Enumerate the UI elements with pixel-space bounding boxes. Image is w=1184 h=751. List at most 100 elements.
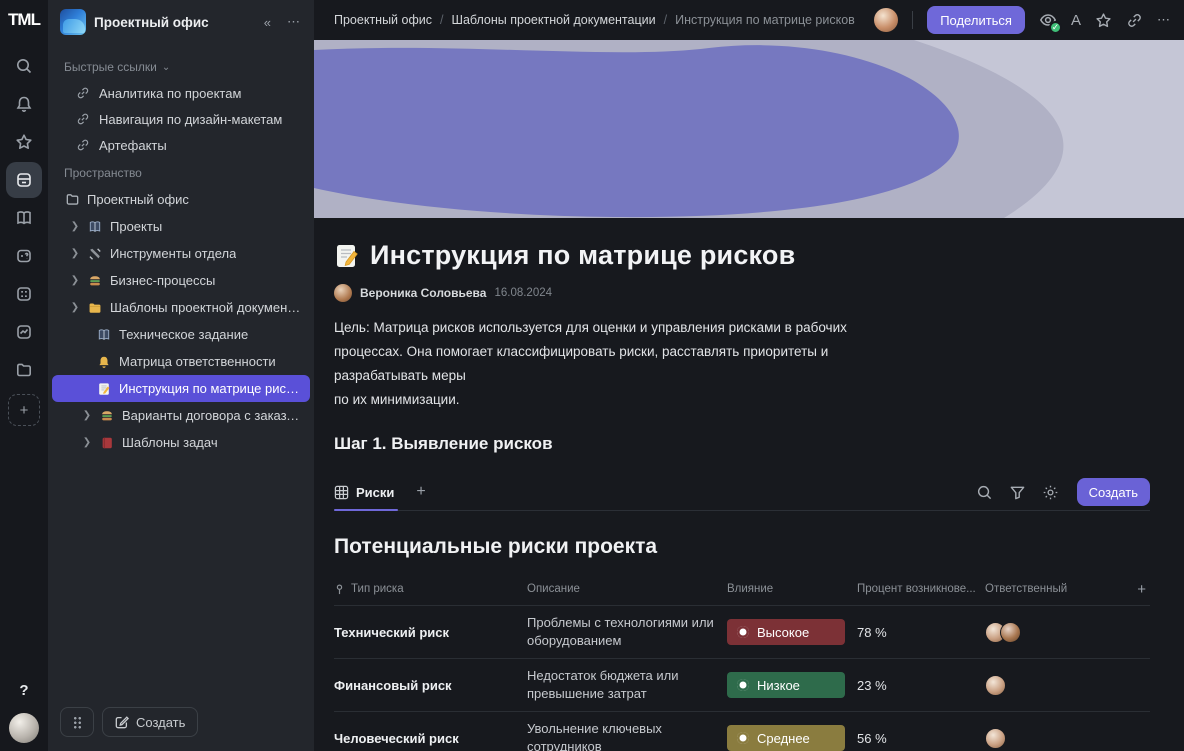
favorites-icon[interactable] [6, 124, 42, 160]
chevron-right-icon[interactable]: ❯ [70, 275, 80, 286]
settings-icon[interactable] [1042, 484, 1059, 501]
drag-handle-button[interactable] [60, 707, 94, 737]
link-icon[interactable] [1126, 12, 1143, 29]
chevron-right-icon[interactable]: ❯ [70, 302, 80, 313]
sidebar-menu-icon[interactable]: ⋯ [283, 12, 304, 32]
chevron-right-icon[interactable]: ❯ [70, 248, 80, 259]
column-header[interactable]: Влияние [727, 583, 857, 595]
filter-icon[interactable] [1009, 484, 1026, 501]
chevron-right-icon[interactable]: ❯ [82, 437, 92, 448]
search-icon[interactable] [6, 48, 42, 84]
sidebar-item[interactable]: ❯ Проекты [52, 213, 310, 240]
impact-cell: Среднее [727, 720, 857, 751]
book-icon [96, 327, 112, 343]
title-field-icon [336, 584, 343, 594]
quick-link-item[interactable]: Навигация по дизайн-макетам [48, 106, 314, 132]
column-header[interactable]: Ответственный [985, 583, 1120, 595]
notifications-icon[interactable] [6, 86, 42, 122]
user-avatar[interactable] [9, 713, 39, 743]
sidebar-item-space-root[interactable]: Проектный офис [52, 186, 310, 213]
drag-handle-icon [72, 715, 82, 729]
table-search-icon[interactable] [976, 484, 993, 501]
sidebar-item[interactable]: Матрица ответственности [52, 348, 310, 375]
share-button[interactable]: Поделиться [927, 6, 1025, 34]
column-header[interactable]: Тип риска [334, 583, 527, 595]
table-header-row: Тип риска Описание Влияние Процент возникно… [334, 573, 1150, 605]
page-title: Инструкция по матрице рисков [334, 240, 1150, 271]
risk-description-cell: Увольнение ключевых сотрудников [527, 721, 662, 751]
sidebar-item[interactable]: ❯ Варианты договора с заказчик... [52, 402, 310, 429]
table-create-button[interactable]: Создать [1076, 478, 1150, 506]
risk-type-cell: Человеческий риск [334, 730, 459, 746]
memo-icon [337, 244, 358, 267]
sidebar-item[interactable]: ❯ Бизнес-процессы [52, 267, 310, 294]
sidebar-item-label: Проекты [110, 219, 163, 234]
breadcrumb-item[interactable]: Проектный офис [334, 13, 432, 27]
quick-link-label: Навигация по дизайн-макетам [99, 111, 283, 127]
sidebar-item[interactable]: ❯ Шаблоны проектной документации [52, 294, 310, 321]
folder-icon [87, 300, 103, 316]
help-button[interactable]: ? [19, 682, 28, 699]
embed-tabbar: Риски + Создать [334, 474, 1150, 511]
published-check-badge: ✓ [1048, 21, 1062, 34]
sidebar-item-label: Техническое задание [119, 327, 249, 342]
sidebar-item[interactable]: ❯ Шаблоны задач [52, 429, 310, 456]
doc-paragraph-line: процессах. Она помогает классифицировать… [334, 344, 829, 359]
column-header[interactable]: Процент возникнове... [857, 583, 985, 595]
probability-cell: 78 % [857, 624, 887, 640]
sidebar: Проектный офис « ⋯ Быстрые ссылки ⌄ Анали… [48, 0, 314, 751]
radio-icon [737, 679, 749, 691]
breadcrumb-item: Инструкция по матрице рисков [675, 13, 855, 27]
quiz-icon[interactable] [6, 238, 42, 274]
text-style-icon[interactable]: A [1071, 12, 1081, 29]
quick-link-item[interactable]: Артефакты [48, 132, 314, 158]
column-header[interactable]: Описание [527, 583, 727, 595]
quick-link-label: Артефакты [99, 137, 167, 153]
radio-icon [737, 732, 749, 744]
sidebar-item[interactable]: Инструкция по матрице риск... [52, 375, 310, 402]
doc-date: 16.08.2024 [494, 287, 553, 299]
burger-icon [87, 273, 103, 289]
quick-link-item[interactable]: Аналитика по проектам [48, 80, 314, 106]
impact-badge: Высокое [727, 619, 845, 645]
sidebar-item-label: Шаблоны проектной документации [110, 300, 302, 315]
space-section: Пространство [64, 166, 142, 180]
visibility-icon[interactable]: ✓ [1039, 11, 1062, 34]
bell-icon [96, 354, 112, 370]
current-user-avatar[interactable] [874, 8, 899, 32]
chevron-right-icon[interactable]: ❯ [70, 221, 80, 232]
library-icon[interactable] [6, 200, 42, 236]
breadcrumb-item[interactable]: Шаблоны проектной документации [451, 13, 655, 27]
breadcrumb-separator: / [440, 13, 444, 27]
workspace-icon [60, 9, 86, 35]
doc-paragraph-line: разрабатывать меры [334, 368, 466, 383]
owner-avatar [985, 727, 1006, 749]
document-scroll-area[interactable]: Инструкция по матрице рисков Вероника Со… [314, 40, 1184, 751]
collapse-sidebar-icon[interactable]: « [260, 13, 275, 32]
sidebar-item[interactable]: Техническое задание [52, 321, 310, 348]
sidebar-item[interactable]: ❯ Инструменты отдела [52, 240, 310, 267]
table-row[interactable]: Человеческий риск Увольнение ключевых сот… [334, 711, 1150, 751]
files-icon[interactable] [6, 352, 42, 388]
link-icon [77, 113, 89, 125]
table-row[interactable]: Финансовый риск Недостаток бюджета или пр… [334, 658, 1150, 711]
table-row[interactable]: Технический риск Проблемы с технологиями … [334, 605, 1150, 658]
chevron-right-icon[interactable]: ❯ [82, 410, 92, 421]
modules-icon[interactable] [6, 276, 42, 312]
risks-table: Тип риска Описание Влияние Процент возникно… [334, 573, 1150, 751]
quick-links-section[interactable]: Быстрые ссылки ⌄ [48, 52, 314, 80]
doc-paragraph-line: Цель: Матрица рисков используется для оц… [334, 320, 847, 335]
risk-type-cell: Технический риск [334, 624, 450, 640]
tab-risks[interactable]: Риски [334, 474, 399, 511]
breadcrumb-separator: / [663, 13, 668, 27]
sidebar-create-button[interactable]: Создать [102, 707, 199, 737]
radio-icon [737, 626, 749, 638]
star-icon[interactable] [1095, 12, 1112, 29]
add-tab-button[interactable]: + [416, 483, 425, 501]
add-section-button[interactable]: + [8, 394, 40, 426]
add-column-button[interactable]: + [1120, 581, 1150, 598]
owner-avatar [1000, 621, 1021, 643]
more-icon[interactable]: ⋯ [1157, 12, 1170, 28]
analytics-icon[interactable] [6, 314, 42, 350]
spaces-icon[interactable] [6, 162, 42, 198]
